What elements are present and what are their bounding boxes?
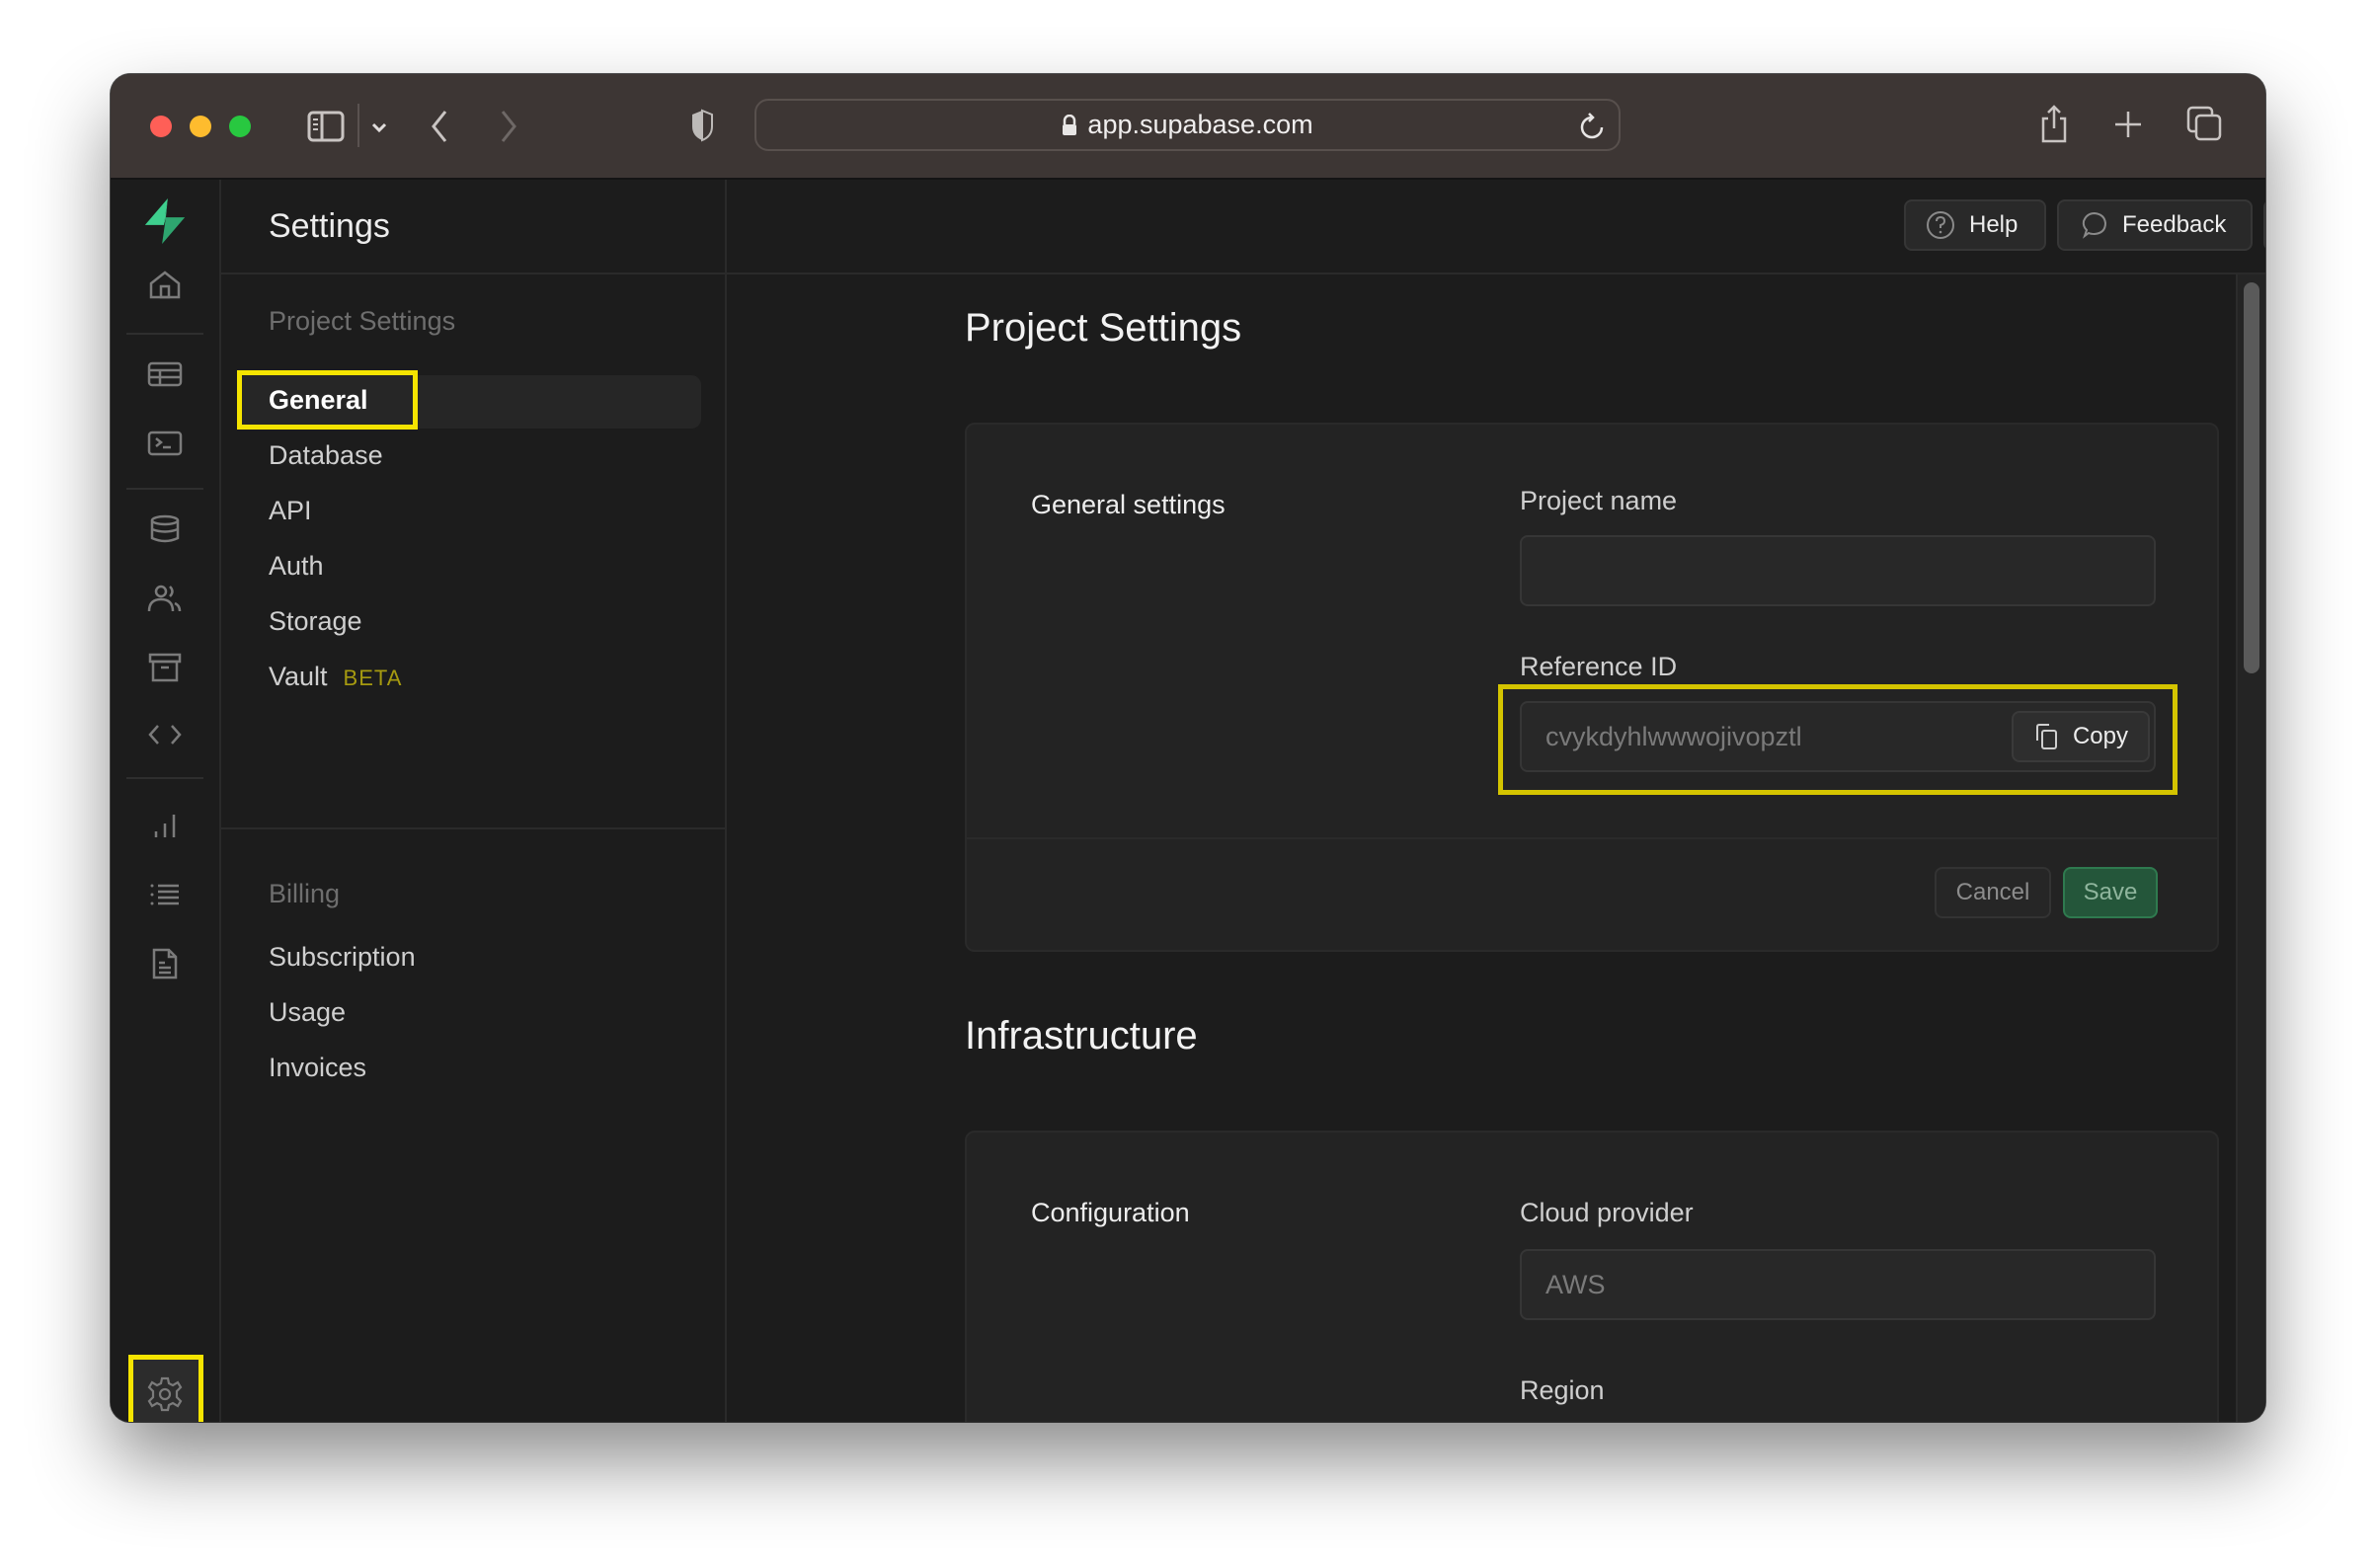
main-content: Help Feedback Project Settings General s… xyxy=(727,180,2265,1422)
menu-group-project-settings: Project Settings xyxy=(269,306,456,336)
new-tab-icon[interactable] xyxy=(2111,108,2145,141)
shield-icon[interactable] xyxy=(687,106,717,145)
infrastructure-title: Infrastructure xyxy=(965,1014,1198,1058)
general-settings-label: General settings xyxy=(1031,490,1226,519)
reference-id-highlight xyxy=(1498,684,2178,795)
browser-window: app.supabase.com Settings Project Settin… xyxy=(111,74,2265,1422)
menu-divider xyxy=(221,827,725,829)
edge-functions-icon[interactable] xyxy=(141,711,189,758)
configuration-label: Configuration xyxy=(1031,1198,1190,1227)
reference-id-label: Reference ID xyxy=(1520,652,1678,681)
menu-item-vault-label: Vault xyxy=(269,662,328,691)
database-icon[interactable] xyxy=(141,506,189,553)
menu-item-subscription[interactable]: Subscription xyxy=(269,942,416,973)
chevron-down-icon[interactable] xyxy=(365,114,393,141)
scrollbar[interactable] xyxy=(2236,274,2265,1422)
minimize-window-button[interactable] xyxy=(190,116,211,137)
storage-icon[interactable] xyxy=(141,644,189,691)
forward-icon[interactable] xyxy=(494,104,523,149)
reports-icon[interactable] xyxy=(141,802,189,849)
rail-divider xyxy=(126,333,203,335)
region-label: Region xyxy=(1520,1375,1605,1405)
settings-icon[interactable] xyxy=(141,1371,189,1418)
rail-divider xyxy=(126,777,203,779)
rail-divider xyxy=(126,488,203,490)
supabase-logo[interactable] xyxy=(141,197,189,245)
menu-item-vault[interactable]: Vault BETA xyxy=(269,662,402,692)
help-icon xyxy=(1926,210,1955,240)
settings-menu: Settings Project Settings General Databa… xyxy=(221,180,727,1422)
menu-item-database[interactable]: Database xyxy=(269,440,383,471)
beta-badge: BETA xyxy=(343,666,403,690)
menu-item-invoices[interactable]: Invoices xyxy=(269,1053,366,1083)
scrollbar-thumb[interactable] xyxy=(2244,282,2259,673)
project-settings-title: Project Settings xyxy=(965,306,1242,350)
logs-icon[interactable] xyxy=(141,871,189,918)
feedback-button[interactable]: Feedback xyxy=(2057,199,2253,251)
api-docs-icon[interactable] xyxy=(141,940,189,987)
toolbar-divider xyxy=(357,104,359,147)
menu-item-storage[interactable]: Storage xyxy=(269,606,362,637)
address-bar[interactable]: app.supabase.com xyxy=(754,99,1621,151)
feedback-icon xyxy=(2079,210,2108,240)
project-name-input[interactable] xyxy=(1520,535,2156,606)
feedback-label: Feedback xyxy=(2122,211,2227,238)
help-label: Help xyxy=(1969,211,2019,238)
menu-item-usage[interactable]: Usage xyxy=(269,997,346,1028)
home-icon[interactable] xyxy=(141,261,189,308)
close-window-button[interactable] xyxy=(150,116,172,137)
top-bar: Help Feedback xyxy=(727,180,2265,274)
menu-group-billing: Billing xyxy=(269,879,341,908)
project-name-label: Project name xyxy=(1520,486,1678,515)
supabase-app: Settings Project Settings General Databa… xyxy=(111,180,2265,1422)
back-icon[interactable] xyxy=(425,104,454,149)
tabs-overview-icon[interactable] xyxy=(2184,104,2224,143)
lock-icon xyxy=(1062,114,1077,136)
cloud-provider-label: Cloud provider xyxy=(1520,1198,1694,1227)
menu-item-api[interactable]: API xyxy=(269,496,312,526)
url-text: app.supabase.com xyxy=(1087,110,1313,139)
menu-title: Settings xyxy=(221,180,725,274)
general-settings-card: General settings Project name Reference … xyxy=(965,423,2219,952)
share-icon[interactable] xyxy=(2036,100,2072,147)
table-editor-icon[interactable] xyxy=(141,351,189,398)
reload-icon[interactable] xyxy=(1579,113,1605,147)
zoom-window-button[interactable] xyxy=(229,116,251,137)
cloud-provider-input[interactable]: AWS xyxy=(1520,1249,2156,1320)
sql-editor-icon[interactable] xyxy=(141,420,189,467)
configuration-card: Configuration Cloud provider AWS Region xyxy=(965,1131,2219,1422)
card-footer-divider xyxy=(967,837,2217,839)
icon-rail xyxy=(111,180,221,1422)
browser-toolbar: app.supabase.com xyxy=(111,74,2265,180)
notifications-button[interactable] xyxy=(2263,199,2265,251)
users-icon[interactable] xyxy=(141,575,189,622)
menu-item-auth[interactable]: Auth xyxy=(269,551,324,582)
sidebar-toggle-icon[interactable] xyxy=(304,108,348,145)
general-highlight xyxy=(237,370,418,430)
save-button[interactable]: Save xyxy=(2063,867,2158,918)
help-button[interactable]: Help xyxy=(1904,199,2046,251)
cancel-button[interactable]: Cancel xyxy=(1935,867,2051,918)
